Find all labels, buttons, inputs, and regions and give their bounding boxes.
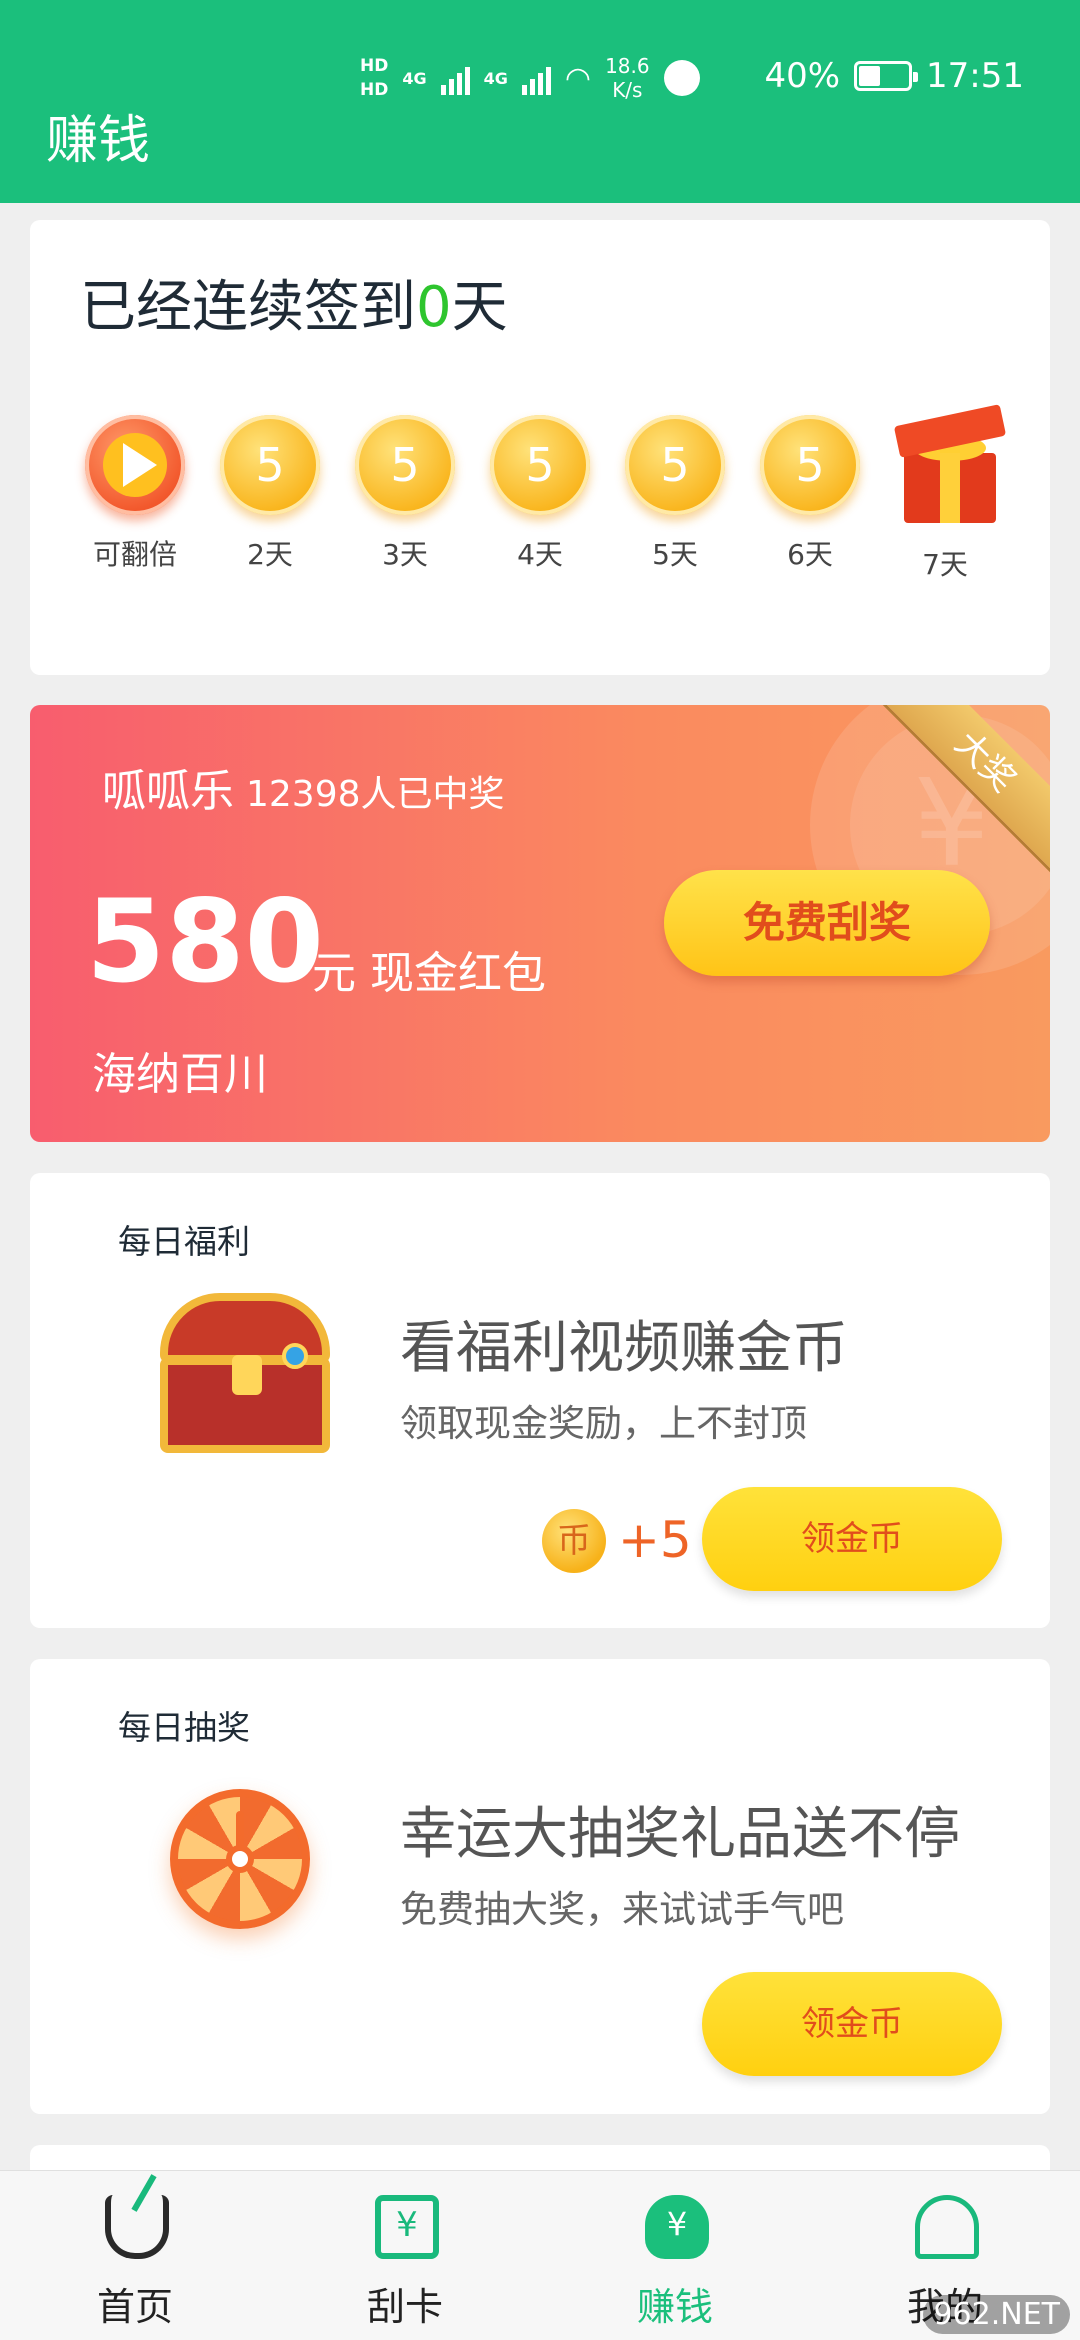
day-label: 4天 [517, 538, 563, 571]
clock: 17:51 [926, 56, 1024, 96]
treasure-chest-icon [150, 1293, 340, 1463]
day-item-2[interactable]: 5 2天 [215, 415, 325, 573]
welfare-desc: 领取现金奖励，上不封顶 [400, 1402, 807, 1445]
signal-icon [440, 61, 470, 95]
day-label: 5天 [652, 538, 698, 571]
nav-item-home[interactable]: 首页 [0, 2171, 270, 2340]
day-label: 2天 [247, 538, 293, 571]
scratch-card-banner[interactable]: ¥ 大奖 呱呱乐 12398人已中奖 580 元 现金红包 海纳百川 免费刮奖 [30, 705, 1050, 1142]
checkin-count: 0 [416, 275, 452, 340]
day-label: 可翻倍 [92, 538, 177, 571]
nav-item-earn[interactable]: 赚钱 [540, 2171, 810, 2340]
battery-percent: 40% [764, 56, 841, 96]
section-title: 每日福利 [118, 1222, 250, 1261]
winner-count: 12398人已中奖 [246, 774, 505, 815]
coin-icon: 5 [220, 415, 320, 515]
lottery-title: 幸运大抽奖礼品送不停 [400, 1802, 960, 1867]
day-item-6[interactable]: 5 6天 [755, 415, 865, 573]
coin-icon: 5 [490, 415, 590, 515]
checkin-prefix: 已经连续签到 [80, 275, 416, 340]
checkin-suffix: 天 [451, 275, 508, 340]
coin-icon: 5 [355, 415, 455, 515]
day-label: 3天 [382, 538, 428, 571]
network-label-2: 4G [483, 68, 508, 88]
app-notification-icon [663, 60, 700, 96]
lottery-desc: 免费抽大奖，来试试手气吧 [400, 1888, 844, 1931]
prize-amount: 580 [86, 875, 324, 1008]
free-scratch-button[interactable]: 免费刮奖 [664, 870, 990, 976]
speed-value: 18.6 [605, 54, 650, 78]
battery-icon [854, 61, 919, 91]
claim-coins-button[interactable]: 领金币 [702, 1487, 1002, 1591]
day-item-4[interactable]: 5 4天 [485, 415, 595, 573]
welfare-title: 看福利视频赚金币 [400, 1316, 848, 1381]
scratch-brand: 海纳百川 [92, 1049, 268, 1100]
status-bar: HD HD 4G 4G ◠ 18.6 K/s [360, 48, 700, 108]
day-item-3[interactable]: 5 3天 [350, 415, 460, 573]
moneybag-icon [645, 2195, 709, 2259]
app-header: HD HD 4G 4G ◠ 18.6 K/s 40% 17:51 赚钱 [0, 0, 1080, 203]
lottery-claim-button[interactable]: 领金币 [702, 1972, 1002, 2076]
coin-icon: 币 [542, 1509, 606, 1573]
broom-icon [105, 2195, 169, 2259]
network-speed: 18.6 K/s [605, 54, 650, 102]
reward-amount: +5 [618, 1511, 692, 1569]
scratch-name: 呱呱乐 [102, 766, 234, 817]
checkin-card: 已经连续签到0天 可翻倍 5 2天 5 3天 5 4天 5 5天 5 6天 7天 [30, 220, 1050, 675]
prize-unit: 元 现金红包 [312, 948, 546, 999]
daily-welfare-card: 每日福利 看福利视频赚金币 领取现金奖励，上不封顶 币 +5 领金币 [30, 1173, 1050, 1628]
coin-icon: 5 [760, 415, 860, 515]
day-item-1[interactable]: 可翻倍 [80, 415, 190, 573]
bottom-nav: 首页 刮卡 赚钱 我的 962.NET [0, 2170, 1080, 2340]
page-title: 赚钱 [46, 111, 151, 171]
wifi-icon: ◠ [564, 60, 592, 96]
site-watermark: 962.NET [923, 2295, 1070, 2334]
gift-icon [890, 404, 1010, 525]
checkin-heading: 已经连续签到0天 [80, 262, 508, 343]
lottery-wheel-icon [170, 1789, 310, 1929]
signal-icon-2 [521, 61, 551, 95]
nav-item-scratch[interactable]: 刮卡 [270, 2171, 540, 2340]
scratch-title: 呱呱乐 12398人已中奖 [102, 755, 505, 819]
day-label: 6天 [787, 538, 833, 571]
section-title: 每日抽奖 [118, 1708, 250, 1747]
user-icon [915, 2195, 979, 2259]
play-icon [85, 415, 185, 515]
coin-icon: 5 [625, 415, 725, 515]
network-label-1: 4G [402, 68, 427, 88]
hd1-badge: HD [360, 56, 389, 76]
hd-badges: HD HD [360, 54, 388, 102]
daily-lottery-card: 每日抽奖 幸运大抽奖礼品送不停 免费抽大奖，来试试手气吧 领金币 [30, 1659, 1050, 2114]
nav-label: 首页 [96, 2285, 173, 2329]
day-item-7[interactable]: 7天 [890, 404, 1007, 583]
day-label: 7天 [922, 548, 968, 581]
nav-label: 赚钱 [636, 2285, 713, 2329]
hd2-badge: HD [360, 80, 389, 100]
card-icon [375, 2195, 439, 2259]
status-right: 40% 17:51 [764, 56, 1024, 96]
nav-label: 刮卡 [366, 2285, 443, 2329]
speed-unit: K/s [612, 78, 643, 102]
day-item-5[interactable]: 5 5天 [620, 415, 730, 573]
